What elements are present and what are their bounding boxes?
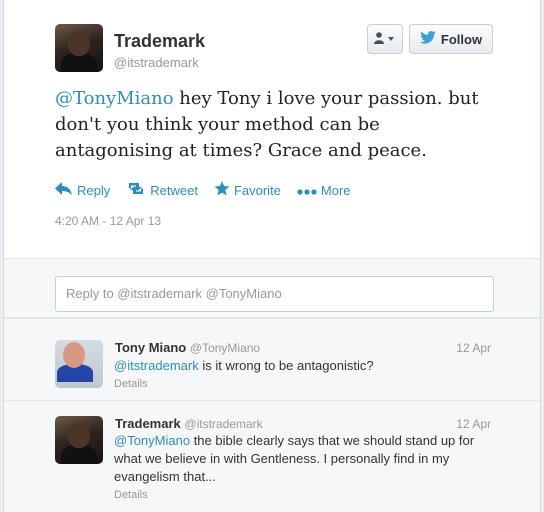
retweet-icon xyxy=(126,182,146,198)
reply-author-name[interactable]: Trademark @itstrademark xyxy=(115,416,263,431)
reply-date[interactable]: 12 Apr xyxy=(456,417,491,431)
tweet-card: Trademark @itstrademark Follow @TonyMian… xyxy=(3,0,541,512)
reply-action[interactable]: Reply xyxy=(55,182,110,198)
reply-box-area: Reply to @itstrademark @TonyMiano xyxy=(4,258,540,318)
reply-author-name-text: Trademark xyxy=(115,416,181,431)
retweet-label: Retweet xyxy=(150,182,198,198)
reply-author-handle: @TonyMiano xyxy=(189,341,261,355)
tweet-actions: Reply Retweet Favorite More xyxy=(55,181,351,199)
more-action[interactable]: More xyxy=(297,183,351,198)
reply-icon xyxy=(55,182,73,198)
reply-text: @itstrademark is it wrong to be antagoni… xyxy=(114,357,502,375)
trademark-avatar[interactable] xyxy=(55,24,103,72)
trademark-avatar[interactable] xyxy=(55,416,103,464)
retweet-action[interactable]: Retweet xyxy=(126,182,198,198)
tweet-timestamp[interactable]: 4:20 AM - 12 Apr 13 xyxy=(55,214,161,228)
reply-mention[interactable]: @itstrademark xyxy=(114,358,199,373)
details-link[interactable]: Details xyxy=(114,489,148,501)
reply-item[interactable]: Tony Miano @TonyMiano 12 Apr @itstradema… xyxy=(4,318,540,400)
reply-text-body: is it wrong to be antagonistic? xyxy=(198,358,374,373)
tweet-main: Trademark @itstrademark Follow @TonyMian… xyxy=(4,0,540,258)
tweet-mention[interactable]: @TonyMiano xyxy=(55,88,174,109)
reply-text: @TonyMiano the bible clearly says that w… xyxy=(114,432,502,486)
reply-author-name[interactable]: Tony Miano @TonyMiano xyxy=(115,340,260,355)
favorite-label: Favorite xyxy=(233,182,281,198)
reply-author-handle: @itstrademark xyxy=(184,417,263,431)
tony-miano-avatar[interactable] xyxy=(55,340,103,388)
tweet-author-name[interactable]: Trademark xyxy=(114,31,205,52)
reply-input[interactable]: Reply to @itstrademark @TonyMiano xyxy=(55,276,494,312)
tweet-author-handle[interactable]: @itstrademark xyxy=(114,55,199,70)
reply-label: Reply xyxy=(77,182,111,198)
tweet-body: @TonyMiano hey Tony i love your passion.… xyxy=(55,86,495,164)
favorite-action[interactable]: Favorite xyxy=(214,181,281,199)
reply-item[interactable]: Trademark @itstrademark 12 Apr @TonyMian… xyxy=(4,400,540,512)
user-menu-icon xyxy=(374,31,396,47)
follow-controls: Follow xyxy=(367,24,493,54)
reply-mention[interactable]: @TonyMiano xyxy=(114,433,190,448)
star-icon xyxy=(214,181,230,199)
reply-author-name-text: Tony Miano xyxy=(115,340,187,355)
follow-button[interactable]: Follow xyxy=(409,24,493,54)
follow-label: Follow xyxy=(440,31,483,47)
more-label: More xyxy=(320,182,351,198)
user-actions-button[interactable] xyxy=(367,24,403,54)
more-dots-icon xyxy=(297,183,317,198)
reply-date[interactable]: 12 Apr xyxy=(456,341,491,355)
twitter-bird-icon xyxy=(419,31,436,47)
details-link[interactable]: Details xyxy=(114,378,148,390)
